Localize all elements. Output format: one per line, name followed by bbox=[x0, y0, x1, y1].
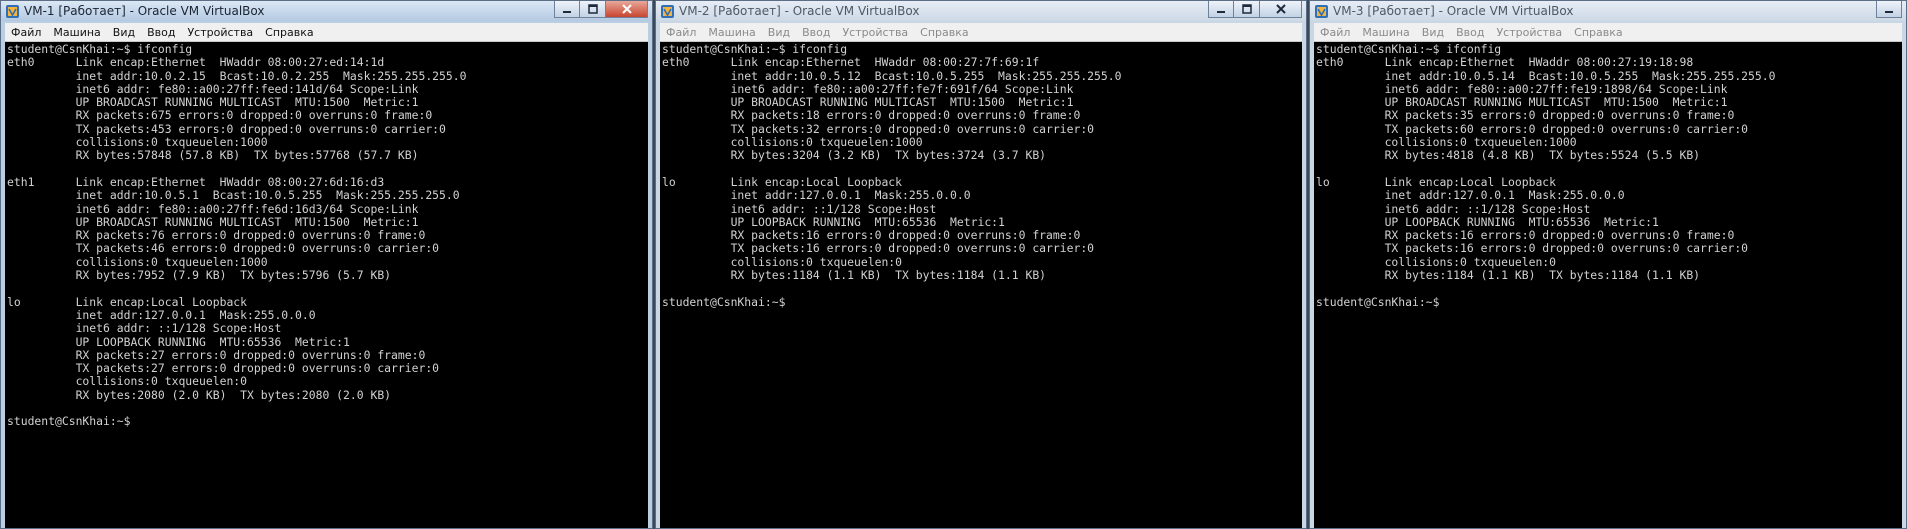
menu-help[interactable]: Справка bbox=[914, 26, 974, 39]
close-icon bbox=[621, 4, 632, 14]
vm2-caption-buttons bbox=[1208, 1, 1302, 18]
vm2-menu-bar: Файл Машина Вид Ввод Устройства Справка bbox=[660, 23, 1302, 42]
close-button[interactable] bbox=[1260, 1, 1302, 18]
minimize-button[interactable] bbox=[1876, 1, 1902, 18]
vm2-console-screen[interactable]: student@CsnKhai:~$ ifconfig eth0 Link en… bbox=[660, 42, 1302, 528]
maximize-button[interactable] bbox=[580, 1, 606, 18]
vm3-terminal-output: student@CsnKhai:~$ ifconfig eth0 Link en… bbox=[1316, 42, 1776, 309]
menu-devices[interactable]: Устройства bbox=[181, 26, 259, 39]
close-icon bbox=[1275, 4, 1286, 14]
menu-devices[interactable]: Устройства bbox=[1490, 26, 1568, 39]
vm3-window-title: VM-3 [Работает] - Oracle VM VirtualBox bbox=[1333, 4, 1574, 18]
menu-machine[interactable]: Машина bbox=[1356, 26, 1415, 39]
menu-machine[interactable]: Машина bbox=[702, 26, 761, 39]
minimize-button[interactable] bbox=[554, 1, 580, 18]
minimize-button[interactable] bbox=[1208, 1, 1234, 18]
menu-machine[interactable]: Машина bbox=[47, 26, 106, 39]
menu-view[interactable]: Вид bbox=[107, 26, 141, 39]
maximize-icon bbox=[587, 4, 598, 14]
minimize-icon bbox=[1885, 11, 1893, 13]
menu-help[interactable]: Справка bbox=[1568, 26, 1628, 39]
vm1-console-screen[interactable]: student@CsnKhai:~$ ifconfig eth0 Link en… bbox=[5, 42, 648, 528]
menu-file[interactable]: Файл bbox=[1314, 26, 1356, 39]
vm1-title-bar[interactable]: VM-1 [Работает] - Oracle VM VirtualBox bbox=[1, 1, 652, 21]
vm3-title-bar[interactable]: VM-3 [Работает] - Oracle VM VirtualBox bbox=[1310, 1, 1906, 21]
virtualbox-icon bbox=[1315, 4, 1328, 18]
menu-input[interactable]: Ввод bbox=[796, 26, 836, 39]
maximize-button[interactable] bbox=[1234, 1, 1260, 18]
virtualbox-icon bbox=[6, 4, 19, 18]
vm3-caption-buttons bbox=[1876, 1, 1902, 18]
menu-help[interactable]: Справка bbox=[259, 26, 319, 39]
menu-file[interactable]: Файл bbox=[660, 26, 702, 39]
vm1-menu-bar: Файл Машина Вид Ввод Устройства Справка bbox=[5, 23, 648, 42]
vm2-title-bar[interactable]: VM-2 [Работает] - Oracle VM VirtualBox bbox=[656, 1, 1306, 21]
vm2-terminal-output: student@CsnKhai:~$ ifconfig eth0 Link en… bbox=[662, 42, 1122, 309]
vm2-window[interactable]: VM-2 [Работает] - Oracle VM VirtualBox Ф… bbox=[655, 0, 1307, 529]
vm2-window-title: VM-2 [Работает] - Oracle VM VirtualBox bbox=[679, 4, 920, 18]
maximize-icon bbox=[1241, 4, 1252, 14]
vm1-terminal-output: student@CsnKhai:~$ ifconfig eth0 Link en… bbox=[7, 42, 467, 429]
vm3-console-screen[interactable]: student@CsnKhai:~$ ifconfig eth0 Link en… bbox=[1314, 42, 1902, 528]
minimize-icon bbox=[1217, 11, 1225, 13]
menu-input[interactable]: Ввод bbox=[141, 26, 181, 39]
vm3-window[interactable]: VM-3 [Работает] - Oracle VM VirtualBox Ф… bbox=[1309, 0, 1907, 529]
vm1-window[interactable]: VM-1 [Работает] - Oracle VM VirtualBox Ф… bbox=[0, 0, 653, 529]
vm3-menu-bar: Файл Машина Вид Ввод Устройства Справка bbox=[1314, 23, 1902, 42]
menu-devices[interactable]: Устройства bbox=[836, 26, 914, 39]
close-button[interactable] bbox=[606, 1, 648, 18]
menu-view[interactable]: Вид bbox=[762, 26, 796, 39]
menu-file[interactable]: Файл bbox=[5, 26, 47, 39]
menu-input[interactable]: Ввод bbox=[1450, 26, 1490, 39]
vm1-caption-buttons bbox=[554, 1, 648, 18]
menu-view[interactable]: Вид bbox=[1416, 26, 1450, 39]
virtualbox-icon bbox=[661, 4, 674, 18]
minimize-icon bbox=[563, 11, 571, 13]
vm1-window-title: VM-1 [Работает] - Oracle VM VirtualBox bbox=[24, 4, 265, 18]
